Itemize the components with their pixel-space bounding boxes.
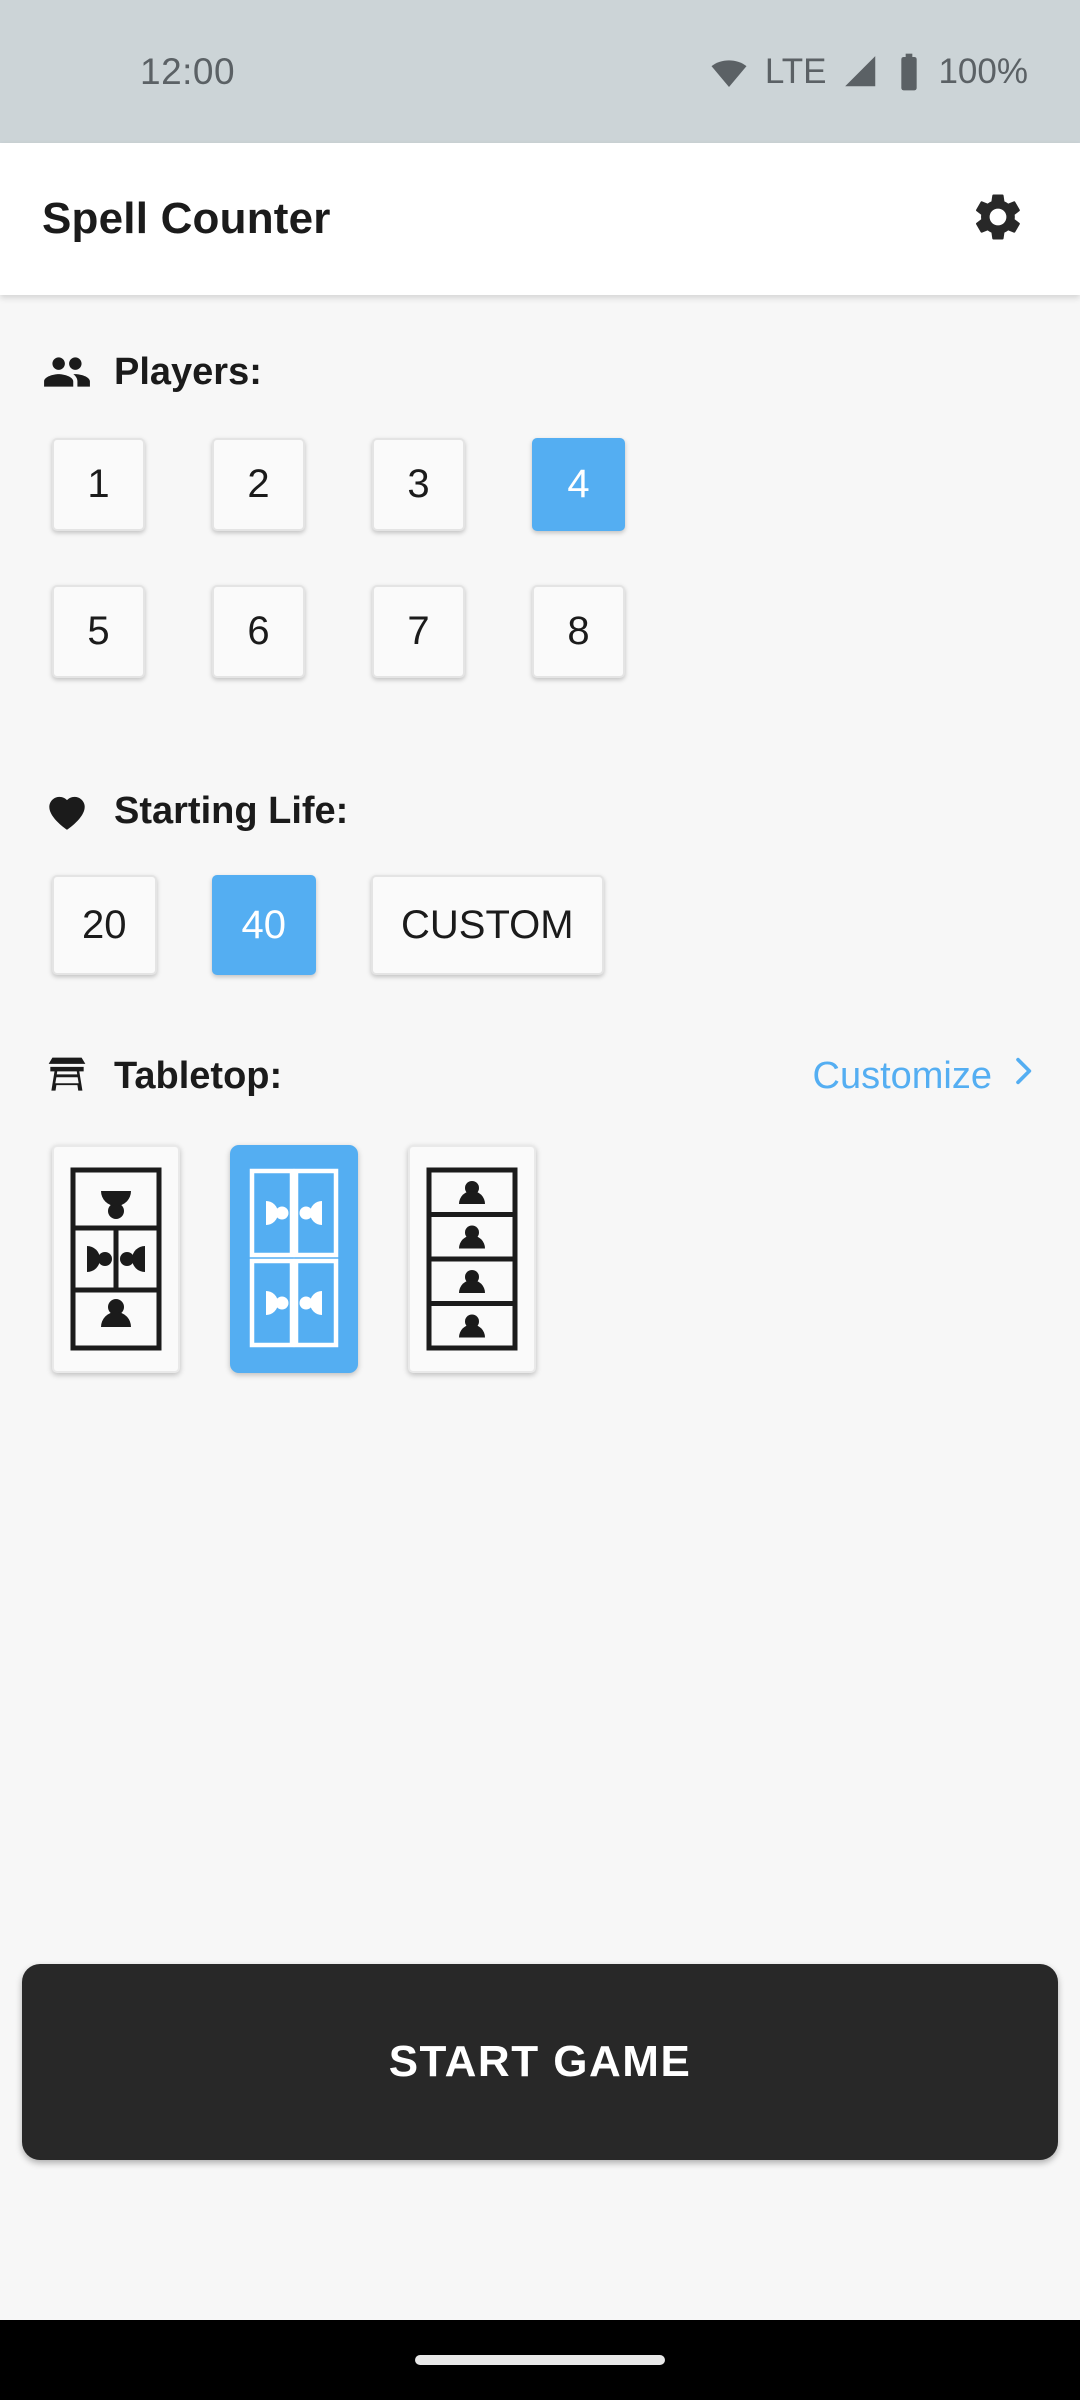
tabletop-section-header: Tabletop: Customize (0, 1051, 1080, 1101)
battery-percent-label: 100% (938, 51, 1028, 91)
gear-icon (970, 189, 1026, 250)
tabletop-layout-option-2[interactable] (230, 1145, 358, 1373)
customize-label: Customize (812, 1054, 993, 1097)
tabletop-layout-option-3[interactable] (408, 1145, 536, 1373)
layout-preview-2x2-side-facing (249, 1168, 339, 1348)
network-type-label: LTE (764, 51, 827, 91)
player-count-option-4[interactable]: 4 (532, 438, 625, 531)
tabletop-label: Tabletop: (114, 1054, 283, 1097)
players-row-1: 1 2 3 4 (0, 438, 1080, 531)
players-section-header: Players: (0, 347, 1080, 397)
layout-preview-four-rows-upright (426, 1167, 518, 1351)
life-option-40[interactable]: 40 (211, 875, 316, 975)
life-option-custom[interactable]: CUSTOM (371, 875, 604, 975)
life-section-header: Starting Life: (0, 786, 1080, 836)
player-count-option-1[interactable]: 1 (52, 438, 145, 531)
player-count-option-5[interactable]: 5 (52, 585, 145, 678)
status-time: 12:00 (140, 50, 236, 92)
player-count-option-7[interactable]: 7 (372, 585, 465, 678)
heart-icon (42, 786, 92, 836)
layout-preview-top-two-side-bottom (70, 1167, 162, 1351)
status-bar: 12:00 LTE 100% (0, 0, 1080, 143)
player-count-option-3[interactable]: 3 (372, 438, 465, 531)
page-title: Spell Counter (42, 194, 331, 243)
status-icons: LTE 100% (709, 52, 1028, 92)
players-label: Players: (114, 350, 262, 393)
people-icon (42, 347, 92, 397)
player-count-option-6[interactable]: 6 (212, 585, 305, 678)
app-bar: Spell Counter (0, 143, 1080, 295)
home-indicator[interactable] (415, 2355, 665, 2365)
starting-life-label: Starting Life: (114, 789, 349, 832)
signal-icon (842, 53, 880, 91)
main-content: Players: 1 2 3 4 5 6 7 8 Starting Life: … (0, 295, 1080, 2280)
player-count-option-8[interactable]: 8 (532, 585, 625, 678)
life-options-row: 20 40 CUSTOM (0, 875, 1080, 975)
life-option-20[interactable]: 20 (52, 875, 157, 975)
battery-icon (896, 52, 922, 92)
start-game-container: START GAME (0, 1964, 1080, 2160)
customize-link[interactable]: Customize (813, 1054, 1041, 1098)
players-row-2: 5 6 7 8 (0, 585, 1080, 678)
wifi-icon (709, 52, 749, 92)
tabletop-layout-row (0, 1145, 1080, 1373)
tabletop-label-group: Tabletop: (42, 1051, 282, 1101)
start-game-button[interactable]: START GAME (22, 1964, 1058, 2160)
tabletop-layout-option-1[interactable] (52, 1145, 180, 1373)
table-icon (42, 1051, 92, 1101)
chevron-right-icon (1006, 1054, 1040, 1098)
player-count-option-2[interactable]: 2 (212, 438, 305, 531)
settings-button[interactable] (958, 179, 1038, 259)
system-navigation-bar (0, 2320, 1080, 2400)
